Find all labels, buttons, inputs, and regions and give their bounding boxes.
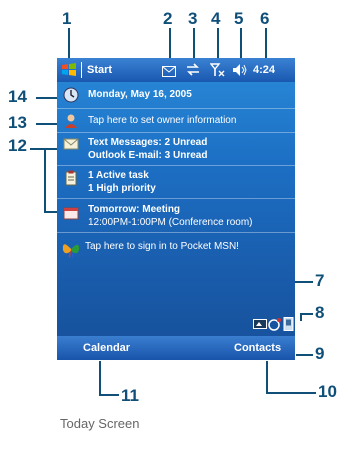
messages-line-1: Text Messages: 2 Unread [88, 137, 208, 148]
title-divider [81, 62, 82, 78]
tasks-line-2: 1 High priority [88, 183, 156, 194]
callout-12: 12 [8, 136, 27, 155]
clock-icon [63, 87, 79, 103]
clipboard-icon [63, 170, 79, 186]
wireless-manager-icon[interactable] [253, 317, 267, 331]
date-row[interactable]: Monday, May 16, 2005 [57, 82, 295, 109]
clock[interactable]: 4:24 [253, 64, 275, 76]
owner-person-icon [63, 113, 79, 129]
callout-14: 14 [8, 87, 27, 106]
start-label[interactable]: Start [87, 64, 112, 76]
leader-line-11-v [99, 361, 101, 395]
bluetooth-sync-icon[interactable] [268, 317, 282, 331]
msn-text: Tap here to sign in to Pocket MSN! [85, 241, 239, 252]
envelope-icon [63, 136, 79, 152]
soft-key-bar: Calendar Contacts [57, 336, 295, 360]
contacts-softkey[interactable]: Contacts [234, 342, 281, 354]
windows-flag-icon[interactable] [61, 62, 77, 78]
title-bar: Start 4:24 [57, 58, 295, 82]
figure-caption: Today Screen [60, 416, 140, 431]
volume-icon[interactable] [232, 63, 247, 82]
messages-row[interactable]: Text Messages: 2 Unread Outlook E-mail: … [57, 133, 295, 166]
tasks-line-1: 1 Active task [88, 170, 149, 181]
battery-device-icon[interactable] [283, 317, 295, 331]
calendar-row[interactable]: Tomorrow: Meeting 12:00PM-1:00PM (Confer… [57, 199, 295, 233]
callout-5: 5 [234, 9, 244, 28]
owner-row[interactable]: Tap here to set owner information [57, 109, 295, 133]
leader-line-11-h [99, 394, 119, 396]
callout-2: 2 [163, 9, 173, 28]
callout-9: 9 [315, 344, 325, 363]
calendar-icon [63, 205, 79, 221]
callout-13: 13 [8, 113, 27, 132]
connectivity-icon[interactable] [186, 63, 200, 81]
leader-line-8-down [300, 313, 302, 321]
callout-10: 10 [318, 382, 337, 401]
messages-line-2: Outlook E-mail: 3 Unread [88, 150, 208, 161]
callout-6: 6 [260, 9, 270, 28]
leader-line-9 [296, 354, 313, 356]
callout-4: 4 [211, 9, 221, 28]
owner-text: Tap here to set owner information [88, 115, 237, 126]
notification-envelope-icon[interactable] [162, 64, 176, 82]
tasks-row[interactable]: 1 Active task 1 High priority [57, 166, 295, 199]
leader-line-12-v [44, 148, 46, 212]
leader-line-10-v [266, 361, 268, 393]
leader-line-1 [68, 28, 70, 60]
callout-8: 8 [315, 303, 325, 322]
callout-11: 11 [121, 386, 139, 405]
signal-strength-icon[interactable] [209, 63, 225, 82]
msn-butterfly-icon [60, 237, 82, 264]
today-screen: Start 4:24 Monday, May 16, 2005 Tap here… [57, 58, 295, 360]
callout-1: 1 [62, 9, 72, 28]
callout-3: 3 [188, 9, 198, 28]
calendar-line-1: Tomorrow: Meeting [88, 204, 181, 215]
leader-line-10-h [266, 392, 316, 394]
calendar-line-2: 12:00PM-1:00PM (Conference room) [88, 217, 253, 228]
calendar-softkey[interactable]: Calendar [83, 342, 130, 354]
msn-row[interactable]: Tap here to sign in to Pocket MSN! [57, 233, 295, 262]
callout-7: 7 [315, 271, 325, 290]
date-text: Monday, May 16, 2005 [88, 89, 192, 100]
